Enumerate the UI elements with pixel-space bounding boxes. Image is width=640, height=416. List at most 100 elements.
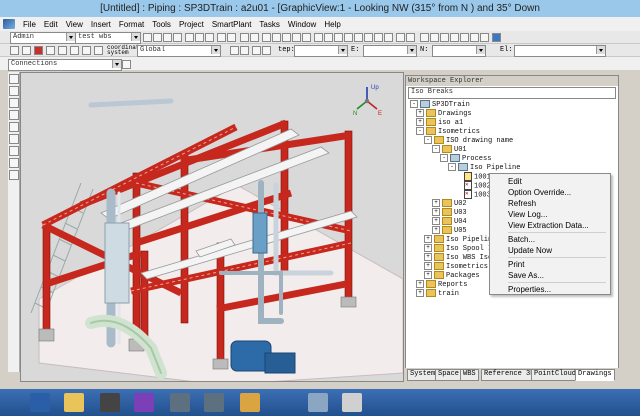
context-menu-batch[interactable]: Batch... bbox=[508, 234, 535, 245]
insert-component-icon-5[interactable] bbox=[302, 33, 311, 42]
context-menu-option-override[interactable]: Option Override... bbox=[508, 187, 571, 198]
menu-tools[interactable]: Tools bbox=[148, 20, 175, 29]
copy-icon[interactable] bbox=[195, 33, 204, 42]
coordinate-system-select[interactable]: Global bbox=[137, 45, 221, 57]
tool-icon-i[interactable] bbox=[230, 46, 239, 55]
chevron-down-icon[interactable] bbox=[476, 46, 485, 54]
open-icon[interactable] bbox=[153, 33, 162, 42]
view-icon[interactable] bbox=[470, 33, 479, 42]
new-icon[interactable] bbox=[143, 33, 152, 42]
server-manager-icon[interactable] bbox=[100, 393, 120, 412]
route-pipe-icon[interactable] bbox=[9, 86, 19, 96]
tool-icon-7[interactable] bbox=[374, 33, 383, 42]
pan-icon[interactable] bbox=[440, 33, 449, 42]
smartplant-icon-2[interactable] bbox=[204, 393, 224, 412]
zoom-icon[interactable] bbox=[420, 33, 429, 42]
insert-component-icon-2[interactable] bbox=[272, 33, 281, 42]
chevron-down-icon[interactable] bbox=[407, 46, 416, 54]
context-menu-refresh[interactable]: Refresh bbox=[508, 198, 536, 209]
tree-node[interactable]: + train bbox=[416, 289, 459, 299]
file-icon[interactable] bbox=[240, 393, 260, 412]
workspace-select[interactable]: test wbs bbox=[75, 32, 141, 44]
tab-drawings[interactable]: Drawings bbox=[575, 369, 615, 381]
tool-icon-g[interactable] bbox=[82, 46, 91, 55]
tool-icon-3[interactable] bbox=[334, 33, 343, 42]
tool-icon-10[interactable] bbox=[406, 33, 415, 42]
n-field[interactable] bbox=[432, 45, 486, 57]
powershell-icon[interactable] bbox=[30, 393, 50, 412]
tool-icon-c[interactable] bbox=[34, 46, 43, 55]
smartplant-icon[interactable] bbox=[170, 393, 190, 412]
route-icon[interactable] bbox=[250, 33, 259, 42]
print-icon[interactable] bbox=[173, 33, 182, 42]
tool-icon-4[interactable] bbox=[344, 33, 353, 42]
insert-component-icon-3[interactable] bbox=[282, 33, 291, 42]
redo-icon[interactable] bbox=[227, 33, 236, 42]
tool-icon-k[interactable] bbox=[252, 46, 261, 55]
visual-studio-icon[interactable] bbox=[134, 393, 154, 412]
tab-reference-3d[interactable]: Reference 3D bbox=[481, 369, 538, 381]
menu-smartplant[interactable]: SmartPlant bbox=[208, 20, 256, 29]
menu-view[interactable]: View bbox=[62, 20, 87, 29]
chevron-down-icon[interactable] bbox=[66, 33, 75, 41]
step-field[interactable] bbox=[294, 45, 348, 57]
menu-insert[interactable]: Insert bbox=[87, 20, 115, 29]
tab-pointcloud[interactable]: PointCloud bbox=[531, 369, 580, 381]
tool-icon-l[interactable] bbox=[262, 46, 271, 55]
chevron-down-icon[interactable] bbox=[596, 46, 605, 54]
network-tool-icon[interactable] bbox=[308, 393, 328, 412]
insert-tap-icon[interactable] bbox=[9, 110, 19, 120]
tool-icon-d[interactable] bbox=[46, 46, 55, 55]
tab-system[interactable]: System bbox=[407, 369, 439, 381]
help-icon[interactable] bbox=[492, 33, 501, 42]
tool-icon-8[interactable] bbox=[384, 33, 393, 42]
graphic-view[interactable]: Up N E bbox=[20, 72, 404, 382]
menu-window[interactable]: Window bbox=[284, 20, 320, 29]
tool-icon-9[interactable] bbox=[396, 33, 405, 42]
context-menu-view-extraction-data[interactable]: View Extraction Data... bbox=[508, 220, 589, 231]
tool-icon-5[interactable] bbox=[354, 33, 363, 42]
explorer-filter-field[interactable]: Iso Breaks bbox=[408, 87, 616, 99]
menu-help[interactable]: Help bbox=[320, 20, 344, 29]
fit-icon[interactable] bbox=[460, 33, 469, 42]
chevron-down-icon[interactable] bbox=[131, 33, 140, 41]
chevron-down-icon[interactable] bbox=[338, 46, 347, 54]
view-icon-2[interactable] bbox=[480, 33, 489, 42]
menu-project[interactable]: Project bbox=[175, 20, 208, 29]
rotate-icon[interactable] bbox=[450, 33, 459, 42]
menu-tasks[interactable]: Tasks bbox=[255, 20, 283, 29]
insert-tag-icon[interactable] bbox=[9, 134, 19, 144]
permission-group-select[interactable]: Admin bbox=[10, 32, 76, 44]
tab-wbs[interactable]: WBS bbox=[460, 369, 479, 381]
zoom-area-icon[interactable] bbox=[430, 33, 439, 42]
select-tool-icon[interactable] bbox=[9, 74, 19, 84]
insert-feature-break-icon[interactable] bbox=[9, 146, 19, 156]
insert-component-icon[interactable] bbox=[262, 33, 271, 42]
el-field[interactable] bbox=[514, 45, 606, 57]
save-icon[interactable] bbox=[163, 33, 172, 42]
tool-icon-a[interactable] bbox=[10, 46, 19, 55]
context-menu-view-log[interactable]: View Log... bbox=[508, 209, 547, 220]
context-menu-print[interactable]: Print bbox=[508, 259, 524, 270]
chevron-down-icon[interactable] bbox=[211, 46, 220, 54]
context-menu-properties[interactable]: Properties... bbox=[508, 284, 551, 295]
tool-icon-b[interactable] bbox=[22, 46, 31, 55]
e-field[interactable] bbox=[363, 45, 417, 57]
tool-icon-2[interactable] bbox=[324, 33, 333, 42]
context-menu-edit[interactable]: Edit bbox=[508, 176, 522, 187]
tool-icon-f[interactable] bbox=[70, 46, 79, 55]
tool-icon-h[interactable] bbox=[94, 46, 103, 55]
insert-component-tool-icon[interactable] bbox=[9, 98, 19, 108]
insert-component-icon-4[interactable] bbox=[292, 33, 301, 42]
generate-spools-icon[interactable] bbox=[9, 170, 19, 180]
undo-icon[interactable] bbox=[217, 33, 226, 42]
app-icon[interactable] bbox=[342, 393, 362, 412]
menu-edit[interactable]: Edit bbox=[40, 20, 62, 29]
chevron-down-icon[interactable] bbox=[112, 60, 121, 68]
context-menu-update-now[interactable]: Update Now bbox=[508, 245, 552, 256]
tool-icon[interactable] bbox=[314, 33, 323, 42]
context-menu-save-as[interactable]: Save As... bbox=[508, 270, 544, 281]
menu-format[interactable]: Format bbox=[115, 20, 148, 29]
select-icon[interactable] bbox=[240, 33, 249, 42]
filter-select[interactable]: Connections bbox=[8, 59, 122, 71]
